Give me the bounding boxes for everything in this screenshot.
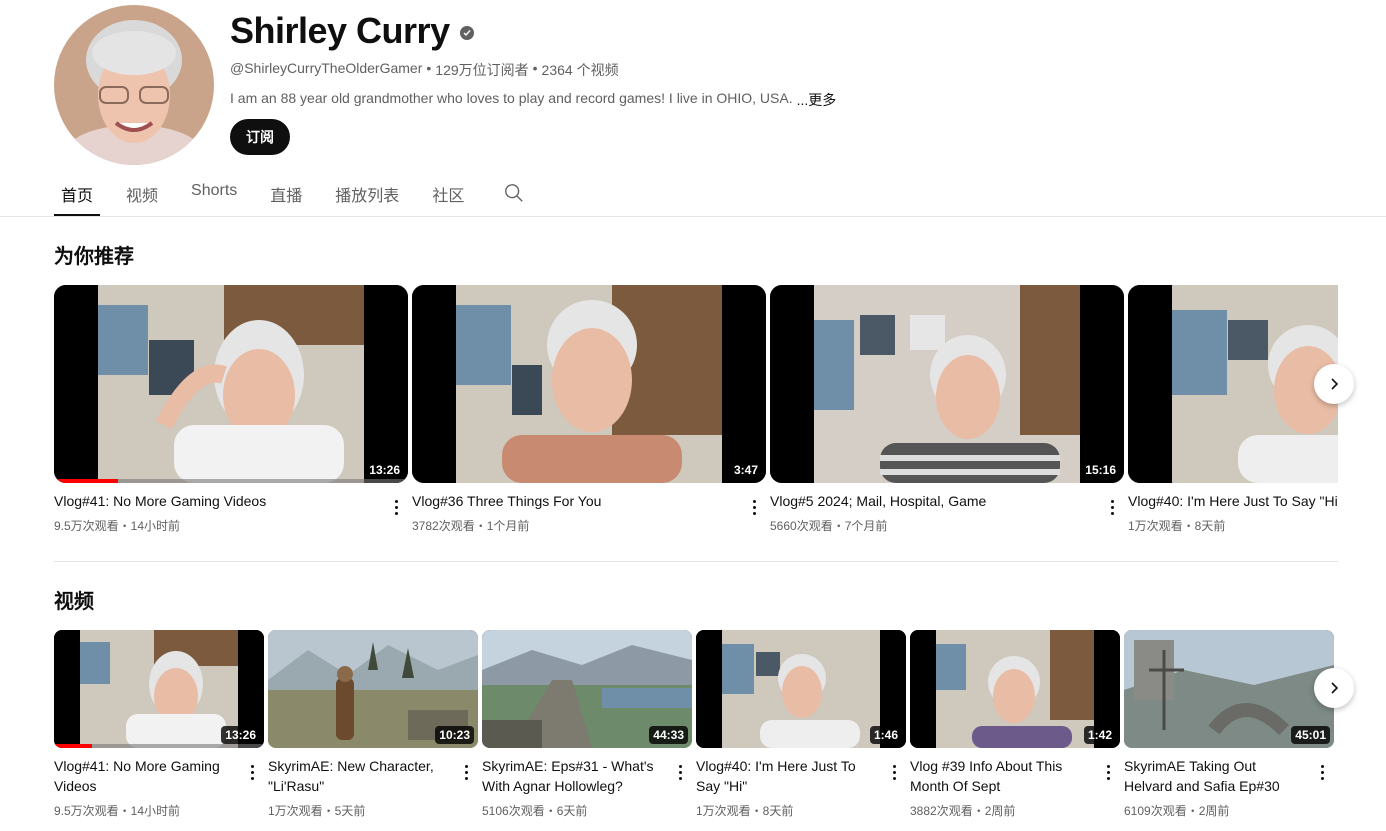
more-actions-icon[interactable] <box>244 762 260 782</box>
video-thumbnail[interactable]: 10:23 <box>268 630 478 748</box>
video-thumbnail[interactable]: 13:26 <box>54 285 408 483</box>
description-text: I am an 88 year old grandmother who love… <box>230 90 793 106</box>
video-count: 2364 个视频 <box>541 62 619 78</box>
video-duration: 1:42 <box>1083 726 1116 744</box>
meta-separator: • <box>532 60 538 76</box>
channel-tabs: 首页 视频 Shorts 直播 播放列表 社区 <box>54 172 527 216</box>
watch-progress-bar <box>54 744 92 748</box>
video-title[interactable]: SkyrimAE: Eps#31 - What's With Agnar Hol… <box>482 756 692 796</box>
video-title[interactable]: Vlog#40: I'm Here Just To Say "Hi" <box>696 756 906 796</box>
video-duration: 10:23 <box>435 726 474 744</box>
channel-handle: @ShirleyCurryTheOlderGamer <box>230 60 423 76</box>
more-link[interactable]: ...更多 <box>797 90 837 110</box>
video-card[interactable]: Vlog#40: I'm Here Just To Say "Hi" 1万次观看… <box>1128 285 1338 534</box>
video-duration: 44:33 <box>649 726 688 744</box>
video-card[interactable]: 3:47 Vlog#36 Three Things For You 3782次观… <box>412 285 766 534</box>
video-meta: 3882次观看・2周前 <box>910 804 1016 818</box>
carousel-next-button[interactable] <box>1314 364 1354 404</box>
video-thumbnail[interactable]: 1:46 <box>696 630 906 748</box>
video-thumbnail[interactable]: 1:42 <box>910 630 1120 748</box>
verified-icon <box>459 26 474 40</box>
tab-home[interactable]: 首页 <box>54 172 101 216</box>
video-duration: 13:26 <box>365 461 404 479</box>
carousel-next-button[interactable] <box>1314 668 1354 708</box>
video-title[interactable]: Vlog#40: I'm Here Just To Say "Hi" <box>1128 491 1338 511</box>
tab-videos[interactable]: 视频 <box>126 172 158 216</box>
video-meta: 9.5万次观看・14小时前 <box>54 804 181 818</box>
subscriber-count: 129万位订阅者 <box>435 62 529 78</box>
video-card[interactable]: 1:42 Vlog #39 Info About This Month Of S… <box>910 630 1120 819</box>
video-duration: 1:46 <box>869 726 902 744</box>
chevron-right-icon <box>1331 378 1339 390</box>
video-thumbnail[interactable]: 44:33 <box>482 630 692 748</box>
video-duration: 3:47 <box>729 461 762 479</box>
more-actions-icon[interactable] <box>1314 762 1330 782</box>
video-meta: 5106次观看・6天前 <box>482 804 588 818</box>
video-meta: 9.5万次观看・14小时前 <box>54 519 181 533</box>
chevron-right-icon <box>1331 682 1339 694</box>
video-duration: 45:01 <box>1291 726 1330 744</box>
video-meta: 1万次观看・5天前 <box>268 804 366 818</box>
video-meta: 5660次观看・7个月前 <box>770 519 888 533</box>
video-meta: 3782次观看・1个月前 <box>412 519 530 533</box>
channel-name: Shirley Curry <box>230 10 450 51</box>
video-card[interactable]: 44:33 SkyrimAE: Eps#31 - What's With Agn… <box>482 630 692 819</box>
section-title-recommended: 为你推荐 <box>54 246 134 268</box>
subscribe-button[interactable]: 订阅 <box>230 119 290 155</box>
more-actions-icon[interactable] <box>746 497 762 517</box>
video-title[interactable]: Vlog#41: No More Gaming Videos <box>54 491 408 511</box>
section-title-videos[interactable]: 视频 <box>54 585 94 614</box>
video-title[interactable]: Vlog#41: No More Gaming Videos <box>54 756 264 796</box>
video-thumbnail[interactable]: 15:16 <box>770 285 1124 483</box>
tab-community[interactable]: 社区 <box>432 172 464 216</box>
video-duration: 15:16 <box>1081 461 1120 479</box>
tab-live[interactable]: 直播 <box>270 172 302 216</box>
tabs-divider <box>0 216 1386 217</box>
search-icon[interactable] <box>503 182 527 206</box>
video-thumbnail[interactable] <box>1128 285 1338 483</box>
video-meta: 1万次观看・8天前 <box>1128 519 1226 533</box>
meta-separator: • <box>426 60 432 76</box>
video-title[interactable]: Vlog#5 2024; Mail, Hospital, Game <box>770 491 1124 511</box>
video-card[interactable]: 15:16 Vlog#5 2024; Mail, Hospital, Game … <box>770 285 1124 534</box>
channel-avatar[interactable] <box>54 5 214 165</box>
more-actions-icon[interactable] <box>388 497 404 517</box>
video-title[interactable]: Vlog #39 Info About This Month Of Sept <box>910 756 1120 796</box>
video-title[interactable]: SkyrimAE Taking Out Helvard and Safia Ep… <box>1124 756 1334 796</box>
more-actions-icon[interactable] <box>1100 762 1116 782</box>
section-divider <box>54 561 1338 562</box>
more-actions-icon[interactable] <box>672 762 688 782</box>
tab-shorts[interactable]: Shorts <box>191 172 237 216</box>
video-thumbnail[interactable]: 13:26 <box>54 630 264 748</box>
video-card[interactable]: 13:26 Vlog#41: No More Gaming Videos 9.5… <box>54 630 264 819</box>
more-actions-icon[interactable] <box>886 762 902 782</box>
video-meta: 1万次观看・8天前 <box>696 804 794 818</box>
more-actions-icon[interactable] <box>458 762 474 782</box>
watch-progress-bar <box>54 479 118 483</box>
video-card[interactable]: 1:46 Vlog#40: I'm Here Just To Say "Hi" … <box>696 630 906 819</box>
video-thumbnail[interactable]: 45:01 <box>1124 630 1334 748</box>
video-card[interactable]: 13:26 Vlog#41: No More Gaming Videos 9.5… <box>54 285 408 534</box>
video-card[interactable]: 10:23 SkyrimAE: New Character, "Li'Rasu"… <box>268 630 478 819</box>
carousel-clip: Vlog#40: I'm Here Just To Say "Hi" 1万次观看… <box>1128 285 1338 555</box>
channel-meta: @ShirleyCurryTheOlderGamer • 129万位订阅者 • … <box>230 60 619 80</box>
video-title[interactable]: SkyrimAE: New Character, "Li'Rasu" <box>268 756 478 796</box>
video-meta: 6109次观看・2周前 <box>1124 804 1230 818</box>
video-title[interactable]: Vlog#36 Three Things For You <box>412 491 766 511</box>
video-duration: 13:26 <box>221 726 260 744</box>
tab-playlists[interactable]: 播放列表 <box>335 172 399 216</box>
channel-description[interactable]: I am an 88 year old grandmother who love… <box>230 90 836 110</box>
video-thumbnail[interactable]: 3:47 <box>412 285 766 483</box>
video-card[interactable]: 45:01 SkyrimAE Taking Out Helvard and Sa… <box>1124 630 1334 819</box>
more-actions-icon[interactable] <box>1104 497 1120 517</box>
